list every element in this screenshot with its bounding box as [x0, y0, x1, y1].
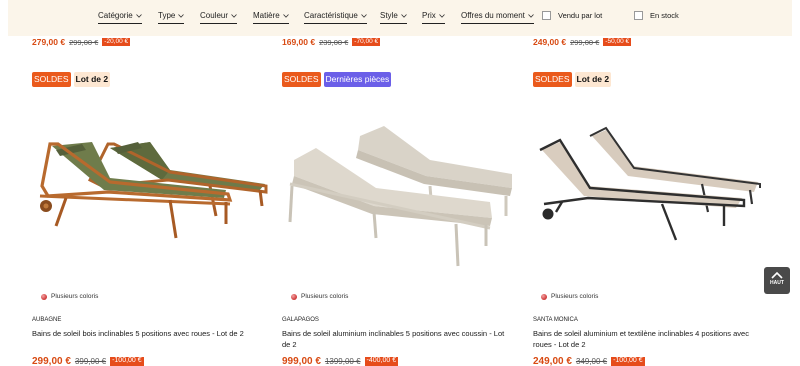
price: 249,00 € — [533, 37, 567, 47]
price-row: 249,00 € 299,00 € -50,00 € — [533, 37, 632, 47]
product-brand: SANTA MONICA — [533, 317, 578, 323]
filter-style[interactable]: Style — [380, 11, 407, 24]
discount-badge: -20,00 € — [102, 38, 131, 46]
color-dot-icon — [41, 293, 47, 300]
price-row: 999,00 € 1399,00 € -400,00 € — [282, 356, 399, 366]
chevron-down-icon — [361, 13, 367, 18]
colors-info: Plusieurs coloris — [41, 293, 98, 300]
price: 279,00 € — [32, 37, 66, 47]
price-row: 169,00 € 239,00 € -70,00 € — [282, 37, 381, 47]
filter-label: Type — [158, 11, 176, 20]
lot-badge: Lot de 2 — [73, 72, 111, 87]
discount-badge: -400,00 € — [364, 357, 399, 366]
price: 999,00 € — [282, 356, 321, 366]
old-price: 299,00 € — [69, 37, 99, 47]
filter-bar: Catégorie Type Couleur Matière Caractéri… — [8, 0, 792, 36]
product-brand: GALAPAGOS — [282, 317, 319, 323]
filter-couleur[interactable]: Couleur — [200, 11, 238, 24]
old-price: 1399,00 € — [324, 357, 361, 366]
price: 299,00 € — [32, 356, 71, 366]
badges: SOLDES Lot de 2 — [533, 72, 612, 87]
back-to-top-button[interactable]: HAUT — [764, 267, 790, 294]
price: 169,00 € — [282, 37, 316, 47]
filter-label: Couleur — [200, 11, 229, 20]
chevron-down-icon — [401, 13, 407, 18]
filter-underline — [158, 23, 185, 24]
filter-label: Prix — [422, 11, 436, 20]
filter-caracteristique[interactable]: Caractéristique — [304, 11, 367, 24]
product-title[interactable]: Bains de soleil aluminium inclinables 5 … — [282, 328, 512, 350]
filter-underline — [304, 23, 367, 24]
filter-categorie[interactable]: Catégorie — [98, 11, 142, 24]
discount-badge: -100,00 € — [110, 357, 144, 366]
filter-underline — [98, 23, 142, 24]
filter-underline — [380, 23, 407, 24]
checkbox-label: Vendu par lot — [558, 11, 603, 20]
chevron-down-icon — [178, 13, 185, 18]
product-title[interactable]: Bains de soleil aluminium et textilène i… — [533, 328, 763, 350]
lot-badge: Lot de 2 — [574, 72, 612, 87]
color-dot-icon — [291, 293, 297, 300]
colors-label: Plusieurs coloris — [301, 293, 349, 300]
filter-label: Offres du moment — [461, 11, 525, 20]
badges: SOLDES Dernières pièces — [282, 72, 392, 87]
price-row: 279,00 € 299,00 € -20,00 € — [32, 37, 131, 47]
filter-underline — [200, 23, 238, 24]
product-image[interactable] — [30, 100, 268, 270]
product-image[interactable] — [532, 100, 770, 270]
filter-label: Style — [380, 11, 398, 20]
colors-info: Plusieurs coloris — [541, 293, 598, 300]
price-row: 249,00 € 349,00 € -100,00 € — [533, 356, 645, 366]
filter-label: Caractéristique — [304, 11, 358, 20]
chevron-down-icon — [438, 13, 445, 18]
color-dot-icon — [541, 293, 547, 300]
soldes-badge: SOLDES — [533, 72, 572, 87]
soldes-badge: SOLDES — [32, 72, 71, 87]
price: 249,00 € — [533, 356, 572, 366]
filter-type[interactable]: Type — [158, 11, 185, 24]
checkbox-label: En stock — [650, 11, 679, 20]
old-price: 299,00 € — [570, 37, 600, 47]
old-price: 399,00 € — [74, 357, 107, 366]
discount-badge: -50,00 € — [603, 38, 632, 46]
dernieres-pieces-badge: Dernières pièces — [323, 72, 392, 87]
filter-label: Catégorie — [98, 11, 133, 20]
badges: SOLDES Lot de 2 — [32, 72, 111, 87]
filter-offres[interactable]: Offres du moment — [461, 11, 534, 24]
checkbox-box[interactable] — [634, 11, 643, 20]
product-title[interactable]: Bains de soleil bois inclinables 5 posit… — [32, 328, 262, 339]
product-image[interactable] — [280, 100, 518, 270]
old-price: 349,00 € — [575, 357, 608, 366]
colors-label: Plusieurs coloris — [551, 293, 599, 300]
product-brand: AUBAGNE — [32, 317, 62, 323]
checkbox-box[interactable] — [542, 11, 551, 20]
soldes-badge: SOLDES — [282, 72, 321, 87]
filter-underline — [422, 23, 445, 24]
discount-badge: -70,00 € — [352, 38, 381, 46]
chevron-down-icon — [282, 13, 289, 18]
vendu-par-lot-checkbox[interactable]: Vendu par lot — [542, 11, 602, 20]
arrow-up-icon — [771, 271, 783, 279]
back-to-top-label: HAUT — [770, 280, 784, 286]
discount-badge: -100,00 € — [611, 357, 645, 366]
filter-underline — [253, 23, 289, 24]
colors-label: Plusieurs coloris — [51, 293, 99, 300]
filter-matiere[interactable]: Matière — [253, 11, 289, 24]
chevron-down-icon — [135, 13, 142, 18]
filter-label: Matière — [253, 11, 280, 20]
price-row: 299,00 € 399,00 € -100,00 € — [32, 356, 144, 366]
en-stock-checkbox[interactable]: En stock — [634, 11, 679, 20]
filter-prix[interactable]: Prix — [422, 11, 445, 24]
chevron-down-icon — [231, 13, 237, 18]
old-price: 239,00 € — [319, 37, 349, 47]
filter-underline — [461, 23, 534, 24]
chevron-down-icon — [528, 13, 534, 18]
colors-info: Plusieurs coloris — [291, 293, 348, 300]
